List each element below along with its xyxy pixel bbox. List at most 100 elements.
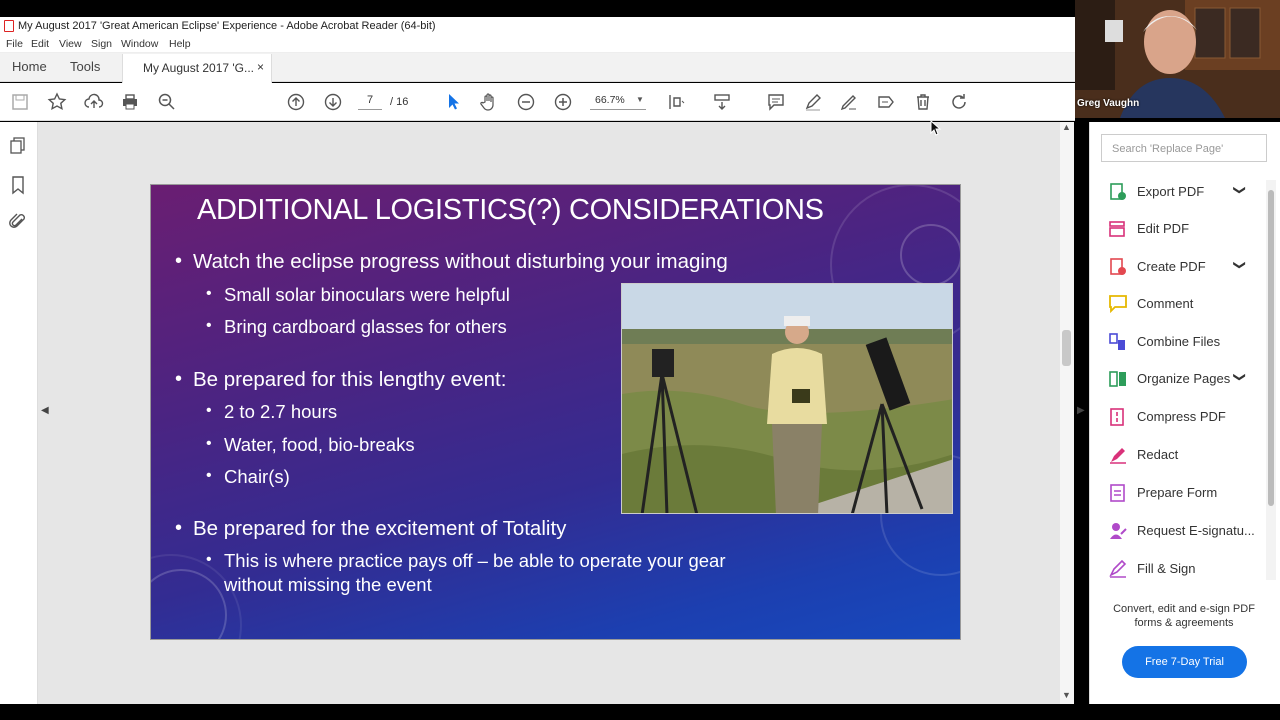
tool-label: Export PDF: [1137, 184, 1205, 199]
upload-icon[interactable]: [84, 92, 104, 112]
tool-label: Request E-signatu...: [1137, 523, 1255, 538]
sub-bullet-dot: •: [206, 435, 212, 452]
tool-label: Fill & Sign: [1137, 561, 1196, 576]
bottom-black-bar: [0, 704, 1280, 720]
sign-pen-icon[interactable]: [839, 92, 859, 112]
create-pdf-icon: [1110, 258, 1126, 275]
tab-document-label: My August 2017 'G...: [143, 61, 255, 75]
delete-trash-icon[interactable]: [913, 92, 933, 112]
menu-file[interactable]: File: [6, 38, 23, 50]
tab-tools[interactable]: Tools: [70, 59, 100, 74]
scroll-down-chevron-icon[interactable]: ▼: [1062, 690, 1071, 700]
tool-label: Prepare Form: [1137, 485, 1218, 500]
bullet-dot: •: [175, 250, 183, 272]
edit-pdf-icon: [1109, 221, 1125, 237]
tool-create-pdf[interactable]: Create PDF ❯: [1107, 253, 1257, 283]
document-scrollbar[interactable]: [1060, 122, 1074, 704]
collapse-left-pane-icon[interactable]: ◀: [41, 405, 49, 416]
comment-icon: [1109, 295, 1127, 313]
tab-home[interactable]: Home: [12, 59, 47, 74]
save-icon[interactable]: [10, 92, 30, 112]
page-number-input[interactable]: 7: [358, 94, 382, 110]
tool-compress-pdf[interactable]: Compress PDF: [1107, 403, 1257, 433]
menu-window[interactable]: Window: [121, 38, 158, 50]
collapse-right-pane-icon[interactable]: ▶: [1077, 405, 1085, 416]
combine-files-icon: [1109, 333, 1125, 350]
sub-bullet: Water, food, bio-breaks: [224, 434, 415, 455]
tool-combine-files[interactable]: Combine Files: [1107, 328, 1257, 358]
acrobat-app-icon: [4, 20, 14, 32]
tool-request-esignature[interactable]: Request E-signatu...: [1107, 517, 1257, 547]
select-cursor-icon[interactable]: [443, 92, 463, 112]
highlight-pen-icon[interactable]: [803, 92, 823, 112]
sub-bullet: Small solar binoculars were helpful: [224, 284, 510, 305]
menu-sign[interactable]: Sign: [91, 38, 112, 50]
tool-edit-pdf[interactable]: Edit PDF: [1107, 215, 1257, 245]
tool-label: Create PDF: [1137, 259, 1206, 274]
comment-icon[interactable]: [766, 92, 786, 112]
sub-bullet-dot: •: [206, 285, 212, 302]
bullet-dot: •: [175, 517, 183, 539]
page-total: / 16: [390, 96, 409, 108]
attachment-icon[interactable]: [8, 212, 28, 232]
zoom-dropdown-chevron-icon[interactable]: ▼: [636, 95, 644, 104]
sub-bullet: Bring cardboard glasses for others: [224, 316, 507, 337]
tools-search-input[interactable]: Search 'Replace Page': [1101, 134, 1267, 162]
tool-comment[interactable]: Comment: [1107, 290, 1257, 320]
sub-bullet-dot: •: [206, 402, 212, 419]
tool-redact[interactable]: Redact: [1107, 441, 1257, 471]
page-fit-icon[interactable]: [666, 92, 686, 112]
mouse-cursor-icon: [930, 119, 942, 141]
sub-bullet-dot: •: [206, 467, 212, 484]
expand-chevron-icon[interactable]: ❯: [1233, 260, 1247, 270]
expand-chevron-icon[interactable]: ❯: [1233, 372, 1247, 382]
star-icon[interactable]: [47, 92, 67, 112]
organize-pages-icon: [1109, 371, 1126, 387]
bullet-2: Be prepared for this lengthy event:: [193, 368, 507, 391]
previous-page-icon[interactable]: [286, 92, 306, 112]
redact-icon: [1110, 448, 1126, 464]
tool-prepare-form[interactable]: Prepare Form: [1107, 479, 1257, 509]
export-pdf-icon: [1110, 183, 1126, 200]
close-tab-icon[interactable]: ×: [257, 60, 264, 74]
expand-chevron-icon[interactable]: ❯: [1233, 185, 1247, 195]
tool-label: Edit PDF: [1137, 221, 1190, 236]
tool-organize-pages[interactable]: Organize Pages ❯: [1107, 365, 1257, 395]
rotate-icon[interactable]: [949, 92, 969, 112]
next-page-icon[interactable]: [323, 92, 343, 112]
print-icon[interactable]: [120, 92, 140, 112]
document-scrollbar-thumb[interactable]: [1062, 330, 1071, 366]
fill-sign-tool-icon[interactable]: [876, 92, 896, 112]
tool-label: Comment: [1137, 296, 1194, 311]
pages-thumbnail-icon[interactable]: [8, 136, 28, 156]
left-nav-pane: [0, 122, 38, 704]
menu-bar: [0, 36, 1075, 53]
sub-bullet-continuation: without missing the event: [224, 574, 432, 595]
slide-photo: [621, 283, 953, 514]
zoom-search-icon[interactable]: [157, 92, 177, 112]
menu-edit[interactable]: Edit: [31, 38, 49, 50]
menu-view[interactable]: View: [59, 38, 82, 50]
fill-sign-icon: [1109, 560, 1127, 578]
scroll-mode-icon[interactable]: [712, 92, 732, 112]
bullet-dot: •: [175, 368, 183, 390]
request-esign-icon: [1110, 523, 1127, 539]
zoom-in-icon[interactable]: [553, 92, 573, 112]
sub-bullet: This is where practice pays off – be abl…: [224, 550, 726, 571]
tool-label: Compress PDF: [1137, 409, 1226, 424]
free-trial-button[interactable]: Free 7-Day Trial: [1122, 646, 1247, 678]
sub-bullet-dot: •: [206, 551, 212, 568]
sub-bullet: Chair(s): [224, 466, 290, 487]
sub-bullet-dot: •: [206, 317, 212, 334]
tool-fill-sign[interactable]: Fill & Sign: [1107, 555, 1257, 585]
participant-name: Greg Vaughn: [1077, 98, 1140, 109]
bookmark-icon[interactable]: [8, 175, 28, 195]
tools-pane-scrollbar-thumb[interactable]: [1268, 190, 1274, 506]
menu-help[interactable]: Help: [169, 38, 191, 50]
tool-export-pdf[interactable]: Export PDF ❯: [1107, 178, 1257, 208]
tool-label: Redact: [1137, 447, 1179, 462]
hand-tool-icon[interactable]: [479, 92, 499, 112]
scroll-up-chevron-icon[interactable]: ▲: [1062, 122, 1071, 132]
slide-title: ADDITIONAL LOGISTICS(?) CONSIDERATIONS: [197, 194, 824, 226]
zoom-out-icon[interactable]: [516, 92, 536, 112]
